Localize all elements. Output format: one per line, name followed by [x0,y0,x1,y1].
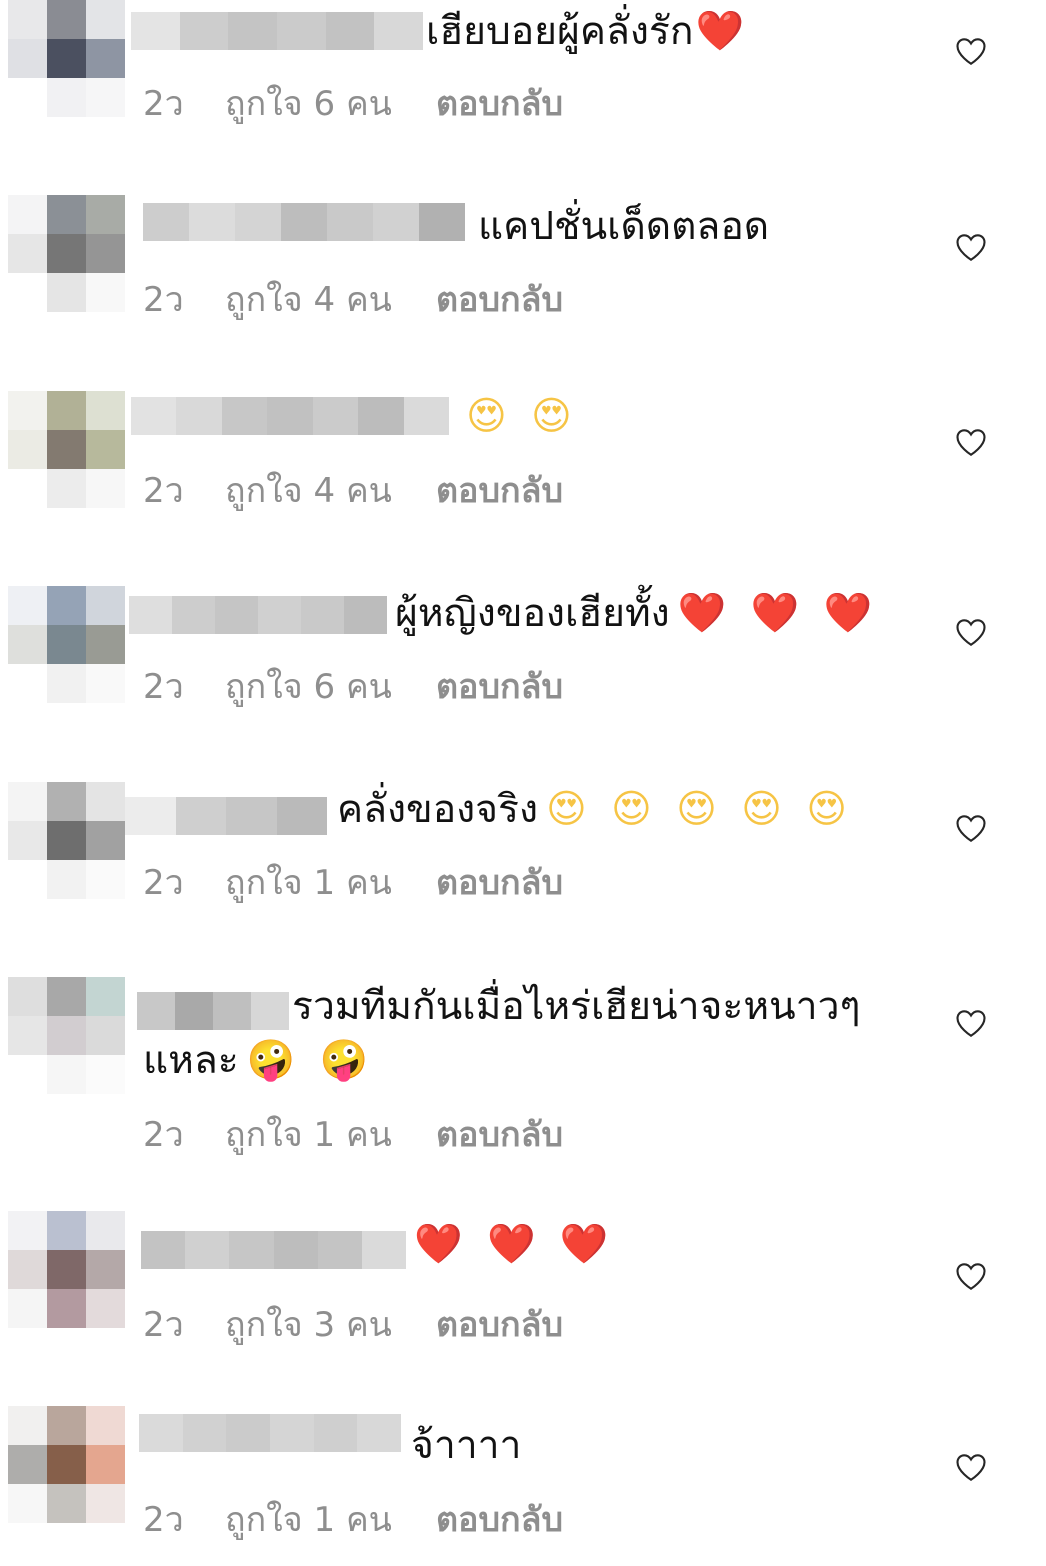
heart-outline-icon[interactable] [953,229,989,265]
avatar[interactable] [8,977,125,1094]
comment-text: 😍 😍 [458,387,578,447]
comment-time: 2ว [143,1305,184,1345]
heart-emoji: ❤️ [695,9,745,54]
heart-outline-icon[interactable] [953,33,989,69]
likes-count-link[interactable]: ถูกใจ 4 คน [225,463,392,517]
reply-button[interactable]: ตอบกลับ [436,272,563,326]
username-pixelated[interactable] [143,203,465,241]
reply-button[interactable]: ตอบกลับ [436,1107,563,1161]
zany-face-emoji: 🤪 🤪 [246,1038,375,1083]
avatar[interactable] [8,391,125,508]
comment-text: รวมทีมกันเมื่อไหร่เฮียน่าจะหนาวๆ [292,984,861,1029]
comment-time: 2ว [143,863,184,903]
comment-meta: 2ว ถูกใจ 1 คน ตอบกลับ [143,855,563,909]
reply-button[interactable]: ตอบกลับ [436,76,563,130]
heart-outline-icon[interactable] [953,1449,989,1485]
comment-text: เฮียบอยผู้คลั่งรัก❤️ [426,2,744,62]
comment-time: 2ว [143,280,184,320]
username-pixelated[interactable] [141,1231,407,1269]
likes-count-link[interactable]: ถูกใจ 1 คน [225,1492,392,1546]
username-pixelated[interactable] [129,596,387,634]
heart-emoji: ❤️ ❤️ ❤️ [414,1222,615,1267]
likes-count-link[interactable]: ถูกใจ 6 คน [225,76,392,130]
comment-time: 2ว [143,84,184,124]
comment-meta: 2ว ถูกใจ 4 คน ตอบกลับ [143,272,563,326]
comment-meta: 2ว ถูกใจ 1 คน ตอบกลับ [143,1107,563,1161]
comment-meta: 2ว ถูกใจ 1 คน ตอบกลับ [143,1492,563,1546]
avatar[interactable] [8,1406,125,1523]
heart-outline-icon[interactable] [953,1258,989,1294]
reply-button[interactable]: ตอบกลับ [436,659,563,713]
heart-eyes-emoji: 😍 😍 [466,394,578,439]
comment-text: จ้าาาา [411,1423,522,1468]
comment-text-continued: แหละ 🤪 🤪 [143,1031,374,1091]
heart-outline-icon[interactable] [953,614,989,650]
avatar[interactable] [8,1211,125,1328]
likes-count-link[interactable]: ถูกใจ 6 คน [225,659,392,713]
heart-outline-icon[interactable] [953,424,989,460]
heart-emoji: ❤️ ❤️ ❤️ [677,591,879,636]
comment-meta: 2ว ถูกใจ 4 คน ตอบกลับ [143,463,563,517]
likes-count-link[interactable]: ถูกใจ 1 คน [225,1107,392,1161]
likes-count-link[interactable]: ถูกใจ 4 คน [225,272,392,326]
username-pixelated[interactable] [131,12,424,50]
username-pixelated[interactable] [139,1414,402,1452]
comment-time: 2ว [143,1500,184,1540]
avatar[interactable] [8,586,125,703]
heart-eyes-emoji: 😍 😍 😍 😍 😍 [546,787,853,832]
avatar[interactable] [8,782,125,899]
heart-outline-icon[interactable] [953,810,989,846]
comment-meta: 2ว ถูกใจ 3 คน ตอบกลับ [143,1297,563,1351]
avatar[interactable] [8,195,125,312]
comment-text: คลั่งของจริง 😍 😍 😍 😍 😍 [337,780,853,840]
comment-time: 2ว [143,1115,184,1155]
reply-button[interactable]: ตอบกลับ [436,463,563,517]
username-pixelated[interactable] [131,397,449,435]
comment-text: แคปชั่นเด็ดตลอด [478,204,770,249]
reply-button[interactable]: ตอบกลับ [436,855,563,909]
likes-count-link[interactable]: ถูกใจ 3 คน [225,1297,392,1351]
username-pixelated[interactable] [137,992,289,1030]
comment-time: 2ว [143,667,184,707]
heart-outline-icon[interactable] [953,1005,989,1041]
comment-meta: 2ว ถูกใจ 6 คน ตอบกลับ [143,76,563,130]
comment-text: ❤️ ❤️ ❤️ [406,1215,614,1275]
comment-meta: 2ว ถูกใจ 6 คน ตอบกลับ [143,659,563,713]
comment-time: 2ว [143,471,184,511]
avatar[interactable] [8,0,125,117]
reply-button[interactable]: ตอบกลับ [436,1297,563,1351]
likes-count-link[interactable]: ถูกใจ 1 คน [225,855,392,909]
username-pixelated[interactable] [125,797,327,835]
reply-button[interactable]: ตอบกลับ [436,1492,563,1546]
comment-text: ผู้หญิงของเฮียทั้ง ❤️ ❤️ ❤️ [395,584,878,644]
